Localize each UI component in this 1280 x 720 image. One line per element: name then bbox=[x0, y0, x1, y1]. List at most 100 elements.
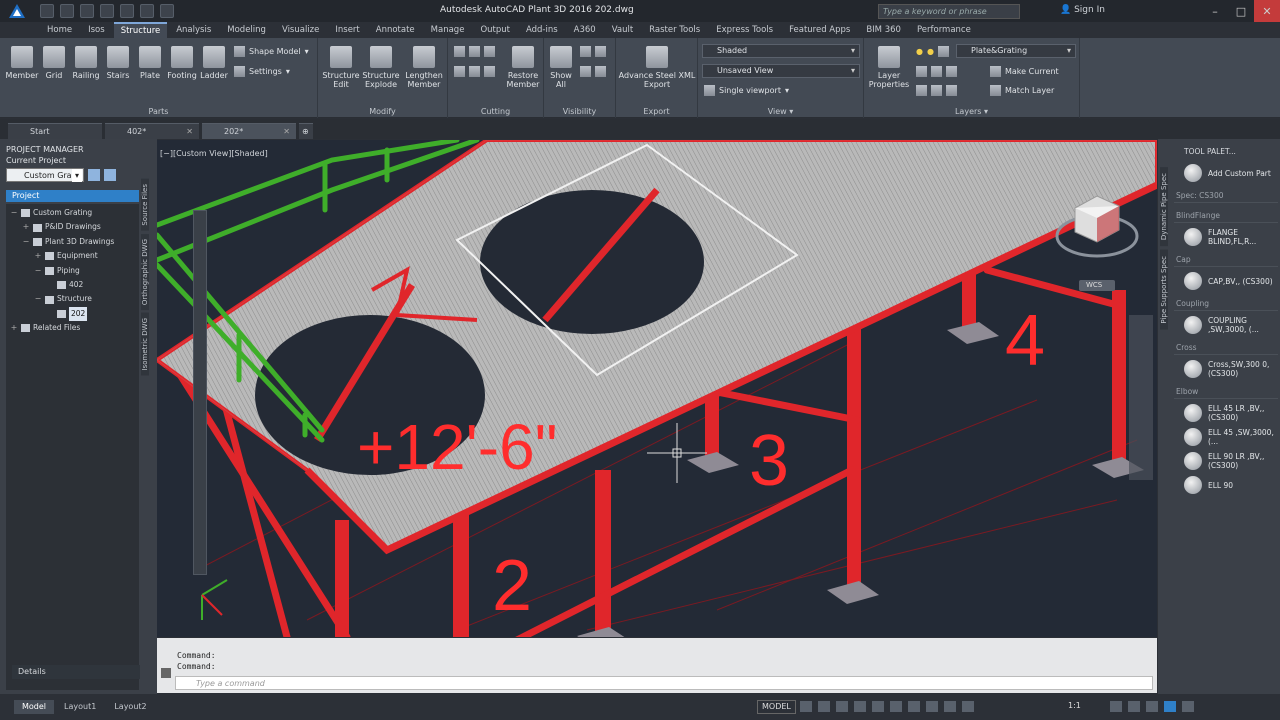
tab-bim-360[interactable]: BIM 360 bbox=[859, 22, 908, 38]
ladder-button[interactable]: Ladder bbox=[198, 46, 230, 80]
clean-screen-icon[interactable] bbox=[1164, 701, 1176, 712]
railing-button[interactable]: Railing bbox=[70, 46, 102, 80]
lineweight-icon[interactable] bbox=[908, 701, 920, 712]
drawing-viewport[interactable]: [−][Custom View][Shaded] +12'-6" 2 3 4 W… bbox=[157, 140, 1157, 637]
customization-icon[interactable] bbox=[1182, 701, 1194, 712]
hide-icon[interactable] bbox=[580, 46, 591, 57]
cut-icon[interactable] bbox=[454, 46, 465, 57]
toggle-icon[interactable] bbox=[595, 66, 606, 77]
tab-vault[interactable]: Vault bbox=[605, 22, 640, 38]
annotation-icon[interactable] bbox=[962, 701, 974, 712]
tab-isos[interactable]: Isos bbox=[81, 22, 112, 38]
project-refresh-icon[interactable] bbox=[104, 169, 116, 181]
grid-button[interactable]: Grid bbox=[38, 46, 70, 80]
palette-side-tab[interactable]: Pipe Supports Spec bbox=[1160, 250, 1168, 330]
match-layer-button[interactable]: Match Layer bbox=[990, 85, 1054, 96]
details-panel-header[interactable]: Details bbox=[12, 665, 140, 679]
open-icon[interactable] bbox=[60, 4, 74, 18]
minimize-icon[interactable]: – bbox=[1202, 0, 1228, 22]
save-icon[interactable] bbox=[80, 4, 94, 18]
layout-tab-layout1[interactable]: Layout1 bbox=[56, 700, 104, 714]
model-space-button[interactable]: MODEL bbox=[757, 700, 796, 714]
cope-icon[interactable] bbox=[484, 66, 495, 77]
search-input[interactable]: Type a keyword or phrase bbox=[878, 4, 1020, 19]
new-tab-button[interactable]: ⊕ bbox=[299, 123, 313, 139]
palette-tool-item[interactable]: COUPLING ,SW,3000, (... bbox=[1174, 313, 1278, 337]
sun-icon[interactable]: ● bbox=[927, 47, 934, 56]
ortho-icon[interactable] bbox=[836, 701, 848, 712]
sign-in-button[interactable]: 👤 Sign In bbox=[1060, 5, 1105, 15]
tree-node[interactable]: + Related Files bbox=[6, 321, 139, 335]
expand-toggle-icon[interactable]: − bbox=[34, 292, 42, 306]
palette-tool-item[interactable]: Cross,SW,300 0, (CS300) bbox=[1174, 357, 1278, 381]
lengthen-member-button[interactable]: Lengthen Member bbox=[404, 46, 444, 89]
project-setup-icon[interactable] bbox=[88, 169, 100, 181]
save-as-icon[interactable] bbox=[100, 4, 114, 18]
osnap-icon[interactable] bbox=[872, 701, 884, 712]
layer-properties-button[interactable]: Layer Properties bbox=[868, 46, 910, 89]
expand-toggle-icon[interactable]: + bbox=[22, 220, 30, 234]
palette-strip[interactable] bbox=[193, 210, 207, 575]
miter-icon[interactable] bbox=[484, 46, 495, 57]
expand-toggle-icon[interactable]: − bbox=[10, 206, 18, 220]
tree-node[interactable]: 402 bbox=[6, 278, 139, 292]
layer-select[interactable]: Plate&Grating bbox=[956, 44, 1076, 58]
structure-explode-button[interactable]: Structure Explode bbox=[362, 46, 400, 89]
tab-manage[interactable]: Manage bbox=[424, 22, 472, 38]
palette-tool-item[interactable]: Add Custom Part bbox=[1174, 161, 1278, 185]
layer-walk-icon[interactable] bbox=[946, 85, 957, 96]
footing-button[interactable]: Footing bbox=[166, 46, 198, 80]
advance-steel-export-button[interactable]: Advance Steel XML Export bbox=[618, 46, 696, 89]
palette-tool-item[interactable]: ELL 90 bbox=[1174, 473, 1278, 497]
side-tab[interactable]: Orthographic DWG bbox=[141, 233, 149, 310]
layout-tab-model[interactable]: Model bbox=[14, 700, 55, 714]
doc-tab-start[interactable]: Start bbox=[8, 123, 102, 139]
restore-member-button[interactable]: Restore Member bbox=[504, 46, 542, 89]
viewport-config-button[interactable]: Single viewport ▾ bbox=[704, 85, 789, 96]
lock-icon[interactable] bbox=[937, 46, 949, 57]
project-tab[interactable]: Project bbox=[6, 190, 139, 202]
palette-tool-item[interactable]: ELL 45 ,SW,3000, (... bbox=[1174, 425, 1278, 449]
command-input[interactable]: Type a command bbox=[175, 676, 1153, 690]
plot-icon[interactable] bbox=[120, 4, 134, 18]
command-customize-icon[interactable] bbox=[161, 668, 171, 678]
navigation-bar[interactable] bbox=[1129, 315, 1153, 480]
palette-tool-item[interactable]: ELL 90 LR ,BV,, (CS300) bbox=[1174, 449, 1278, 473]
workspace-icon[interactable] bbox=[1110, 701, 1122, 712]
selection-cycling-icon[interactable] bbox=[944, 701, 956, 712]
trim-icon[interactable] bbox=[469, 46, 480, 57]
tree-node[interactable]: − Plant 3D Drawings bbox=[6, 235, 139, 249]
close-tab-icon[interactable]: ✕ bbox=[186, 124, 193, 139]
layer-uniso-icon[interactable] bbox=[931, 85, 942, 96]
stairs-button[interactable]: Stairs bbox=[102, 46, 134, 80]
tab-annotate[interactable]: Annotate bbox=[369, 22, 422, 38]
side-tab[interactable]: Source Files bbox=[141, 179, 149, 231]
tab-home[interactable]: Home bbox=[40, 22, 79, 38]
tab-raster-tools[interactable]: Raster Tools bbox=[642, 22, 707, 38]
structure-edit-button[interactable]: Structure Edit bbox=[322, 46, 360, 89]
make-current-button[interactable]: Make Current bbox=[990, 66, 1059, 77]
settings-button[interactable]: Settings ▾ bbox=[234, 66, 290, 77]
plate-button[interactable]: Plate bbox=[134, 46, 166, 80]
tab-output[interactable]: Output bbox=[473, 22, 517, 38]
otrack-icon[interactable] bbox=[890, 701, 902, 712]
snap-icon[interactable] bbox=[818, 701, 830, 712]
extend-icon[interactable] bbox=[454, 66, 465, 77]
tab-insert[interactable]: Insert bbox=[328, 22, 366, 38]
polar-icon[interactable] bbox=[854, 701, 866, 712]
doc-tab-402[interactable]: 402* ✕ bbox=[105, 123, 199, 139]
grid-icon[interactable] bbox=[800, 701, 812, 712]
tree-node[interactable]: − Custom Grating bbox=[6, 206, 139, 220]
expand-toggle-icon[interactable]: + bbox=[10, 321, 18, 335]
layer-lock-icon[interactable] bbox=[946, 66, 957, 77]
tree-node[interactable]: − Structure bbox=[6, 292, 139, 306]
lightbulb-icon[interactable]: ● bbox=[916, 47, 923, 56]
annotation-scale[interactable]: 1:1 bbox=[1068, 701, 1081, 710]
layout-tab-layout2[interactable]: Layout2 bbox=[106, 700, 154, 714]
palette-tool-item[interactable]: FLANGE BLIND,FL,R... bbox=[1174, 225, 1278, 249]
tab-modeling[interactable]: Modeling bbox=[220, 22, 273, 38]
shape-model-button[interactable]: Shape Model ▾ bbox=[234, 46, 309, 57]
maximize-icon[interactable]: □ bbox=[1228, 0, 1254, 22]
layer-freeze-icon[interactable] bbox=[931, 66, 942, 77]
tree-node[interactable]: + Equipment bbox=[6, 249, 139, 263]
